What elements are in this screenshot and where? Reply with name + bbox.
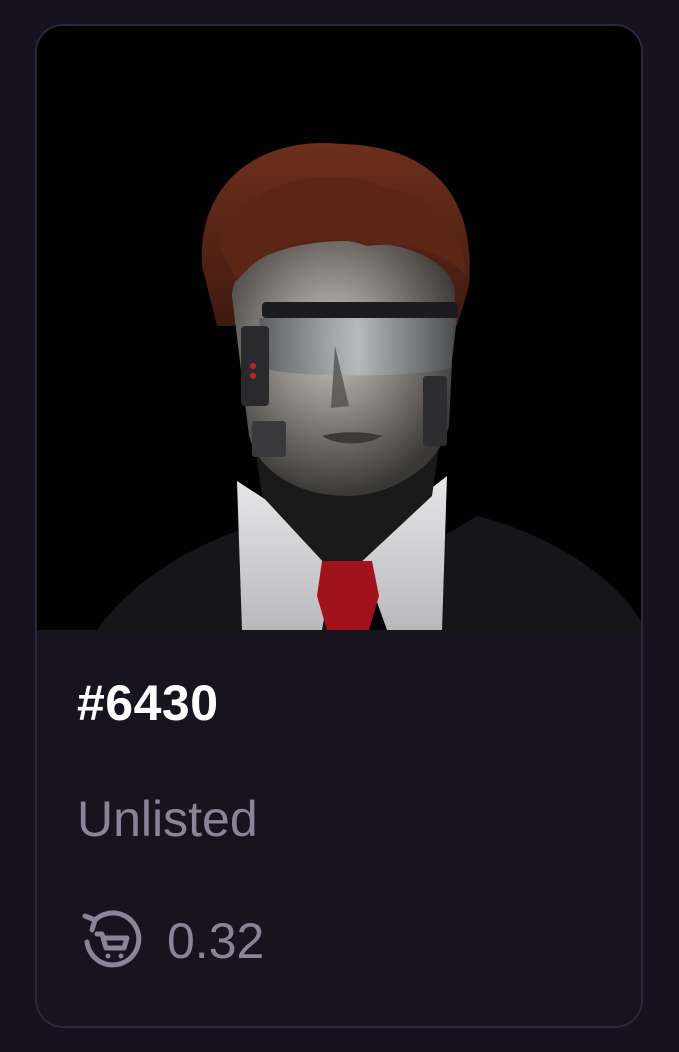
listing-status: Unlisted: [77, 791, 258, 847]
last-sale: 0.32: [77, 906, 601, 976]
card-info: #6430 Unlisted 0.32: [37, 678, 641, 976]
last-sale-price: 0.32: [167, 913, 265, 969]
token-id: #6430: [77, 675, 219, 731]
nft-image: [37, 26, 641, 630]
nft-card[interactable]: #6430 Unlisted 0.32: [35, 24, 643, 1028]
cart-refresh-icon: [77, 906, 147, 976]
